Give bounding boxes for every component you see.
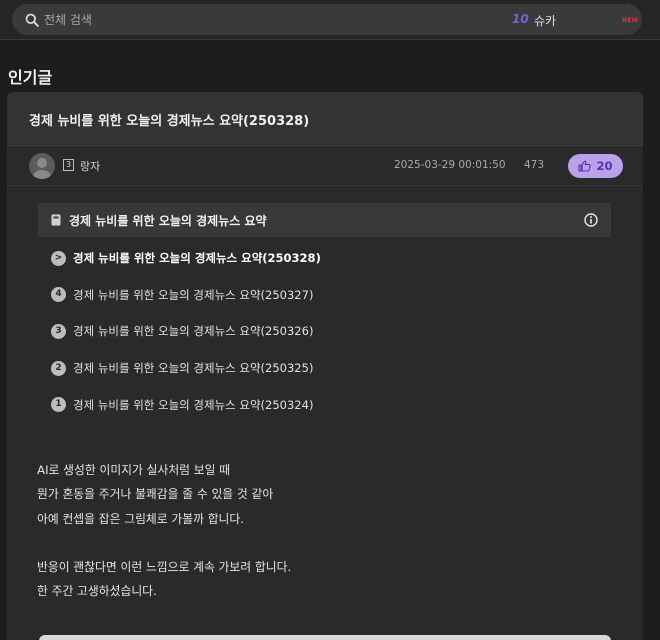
series-item[interactable]: 1 경제 뉴비를 위한 오늘의 경제뉴스 요약(250324): [38, 386, 611, 423]
search-input[interactable]: [44, 9, 344, 30]
series-number-badge: 3: [51, 323, 66, 339]
body-line: 한 주간 고생하셨습니다.: [37, 584, 157, 599]
series-item-label: 경제 뉴비를 위한 오늘의 경제뉴스 요약(250325): [73, 361, 314, 376]
top-bar: 10 슈카 NEW: [0, 0, 660, 40]
post-header: 경제 뉴비를 위한 오늘의 경제뉴스 요약(250328): [7, 92, 643, 146]
thumbs-up-icon: [578, 160, 592, 172]
like-button[interactable]: 20: [568, 154, 623, 178]
trending-rank: 10: [512, 12, 529, 26]
body-line: 반응이 괜찮다면 이런 느낌으로 계속 가보려 합니다.: [37, 560, 292, 575]
author-name[interactable]: 랑자: [80, 158, 100, 174]
body-line: AI로 생성한 이미지가 실사처럼 보일 때: [37, 463, 231, 477]
series-number-badge: 1: [51, 397, 66, 413]
series-list: > 경제 뉴비를 위한 오늘의 경제뉴스 요약(250328) 4 경제 뉴비를…: [38, 237, 611, 423]
series-number-badge: >: [51, 250, 66, 266]
series-title: 경제 뉴비를 위한 오늘의 경제뉴스 요약: [69, 213, 267, 228]
search-bar[interactable]: 10 슈카 NEW: [12, 4, 642, 35]
book-icon: [51, 214, 61, 226]
series-box: 경제 뉴비를 위한 오늘의 경제뉴스 요약 > 경제 뉴비를 위한 오늘의 경제…: [38, 203, 611, 423]
body-line: 아예 컨셉을 잡은 그림체로 가볼까 합니다.: [37, 511, 245, 526]
post-date: 2025-03-29 00:01:50: [394, 159, 506, 171]
series-item-label: 경제 뉴비를 위한 오늘의 경제뉴스 요약(250324): [73, 397, 314, 412]
new-badge: NEW: [622, 17, 639, 24]
post-image[interactable]: [39, 635, 611, 640]
trending-keyword[interactable]: 슈카: [534, 12, 556, 29]
series-item[interactable]: 3 경제 뉴비를 위한 오늘의 경제뉴스 요약(250326): [38, 313, 611, 350]
post-title: 경제 뉴비를 위한 오늘의 경제뉴스 요약(250328): [29, 114, 310, 129]
series-header[interactable]: 경제 뉴비를 위한 오늘의 경제뉴스 요약: [38, 203, 611, 237]
post-card: 경제 뉴비를 위한 오늘의 경제뉴스 요약(250328) 3 랑자 2025-…: [7, 92, 643, 640]
series-item-label: 경제 뉴비를 위한 오늘의 경제뉴스 요약(250326): [73, 324, 314, 339]
series-number-badge: 4: [51, 287, 66, 303]
post-body: AI로 생성한 이미지가 실사처럼 보일 때 뭔가 혼동을 주거나 불쾌감을 줄…: [37, 458, 291, 604]
series-item-label: 경제 뉴비를 위한 오늘의 경제뉴스 요약(250327): [73, 287, 314, 302]
body-line: 뭔가 혼동을 주거나 불쾌감을 줄 수 있을 것 같아: [37, 487, 274, 502]
series-item-label: 경제 뉴비를 위한 오늘의 경제뉴스 요약(250328): [73, 251, 321, 266]
like-count: 20: [596, 159, 613, 173]
info-icon[interactable]: [584, 213, 598, 227]
body-line: [37, 531, 291, 555]
series-number-badge: 2: [51, 360, 66, 376]
series-item-current[interactable]: > 경제 뉴비를 위한 오늘의 경제뉴스 요약(250328): [38, 240, 611, 277]
search-icon[interactable]: [25, 13, 39, 27]
section-title: 인기글: [8, 68, 53, 87]
user-icon: [33, 158, 51, 179]
series-item[interactable]: 4 경제 뉴비를 위한 오늘의 경제뉴스 요약(250327): [38, 277, 611, 314]
post-meta: 3 랑자 2025-03-29 00:01:50 473 20: [7, 146, 643, 186]
level-badge: 3: [63, 159, 74, 171]
view-count: 473: [524, 159, 545, 171]
avatar[interactable]: [29, 153, 55, 179]
series-item[interactable]: 2 경제 뉴비를 위한 오늘의 경제뉴스 요약(250325): [38, 350, 611, 387]
